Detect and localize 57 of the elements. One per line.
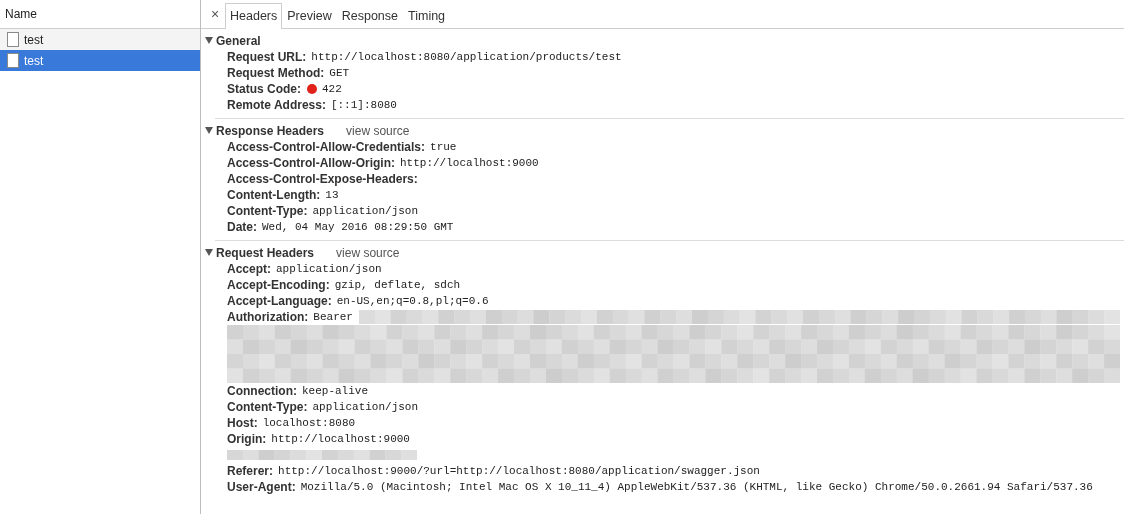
expanded-triangle-icon[interactable]	[205, 127, 213, 134]
header-value: true	[430, 141, 457, 153]
header-value: [::1]:8080	[330, 99, 397, 111]
header-value: Bearer	[313, 311, 353, 323]
header-name: Accept:	[227, 262, 271, 276]
header-value: 422	[322, 83, 342, 95]
section-title[interactable]: General	[216, 33, 261, 48]
header-name: Status Code:	[227, 82, 301, 96]
header-value: http://localhost:9000	[400, 157, 539, 169]
header-name: Host:	[227, 416, 258, 430]
column-header[interactable]: Name	[5, 7, 37, 21]
header-value: GET	[329, 67, 350, 79]
header-name: Content-Type:	[227, 204, 308, 218]
view-source-link[interactable]: view source	[336, 245, 400, 260]
document-icon	[7, 32, 19, 47]
section-title[interactable]: Request Headers	[216, 245, 315, 260]
header-value: application/json	[276, 263, 382, 275]
header-value: Wed, 04 May 2016 08:29:50 GMT	[262, 221, 454, 233]
header-name: Access-Control-Allow-Credentials:	[227, 140, 426, 154]
request-row[interactable]: test	[0, 50, 200, 71]
tab[interactable]: Headers	[225, 3, 283, 29]
header-name: Date:	[227, 220, 257, 234]
tab[interactable]: Timing	[403, 3, 451, 28]
view-source-link[interactable]: view source	[346, 123, 410, 138]
header-name: Referer:	[227, 464, 274, 478]
header-value: gzip, deflate, sdch	[334, 279, 461, 291]
header-value: http://localhost:8080/application/products/test	[311, 51, 622, 63]
header-value: 13	[325, 189, 339, 201]
header-name: User-Agent:	[227, 480, 296, 494]
header-value: application/json	[312, 401, 419, 413]
header-name: Remote Address:	[227, 98, 326, 112]
header-value: application/json	[312, 205, 419, 217]
header-value: Mozilla/5.0 (Macintosh; Intel Mac OS X 10_11_4) AppleWebKit/537.36 (KHTML, like Gecko) Chrome/50.0.2661.94 Safari/537.36	[300, 481, 1093, 493]
header-name: Request URL:	[227, 50, 307, 64]
header-value: localhost:8080	[262, 417, 356, 429]
header-name: Access-Control-Allow-Origin:	[227, 156, 395, 170]
header-name: Authorization:	[227, 310, 309, 324]
header-name: Access-Control-Expose-Headers:	[227, 172, 418, 186]
header-value: en-US,en;q=0.8,pl;q=0.6	[336, 295, 489, 307]
header-name: Content-Type:	[227, 400, 308, 414]
header-name: Request Method:	[227, 66, 325, 80]
header-value: http://localhost:9000	[271, 433, 410, 445]
document-icon	[7, 53, 19, 68]
header-name: Origin:	[227, 432, 267, 446]
section-title[interactable]: Response Headers	[216, 123, 325, 138]
close-icon[interactable]: ×	[207, 6, 223, 22]
header-name: Connection:	[227, 384, 297, 398]
expanded-triangle-icon[interactable]	[205, 249, 213, 256]
header-value: keep-alive	[302, 385, 368, 397]
expanded-triangle-icon[interactable]	[205, 37, 213, 44]
tab[interactable]: Response	[336, 3, 403, 28]
request-row[interactable]: test	[0, 29, 200, 50]
header-name: Accept-Language:	[227, 294, 332, 308]
tab[interactable]: Preview	[282, 3, 337, 28]
header-name: Content-Length:	[227, 188, 321, 202]
header-value: http://localhost:9000/?url=http://localhost:8080/application/swagger.json	[278, 465, 760, 477]
header-name: Accept-Encoding:	[227, 278, 330, 292]
